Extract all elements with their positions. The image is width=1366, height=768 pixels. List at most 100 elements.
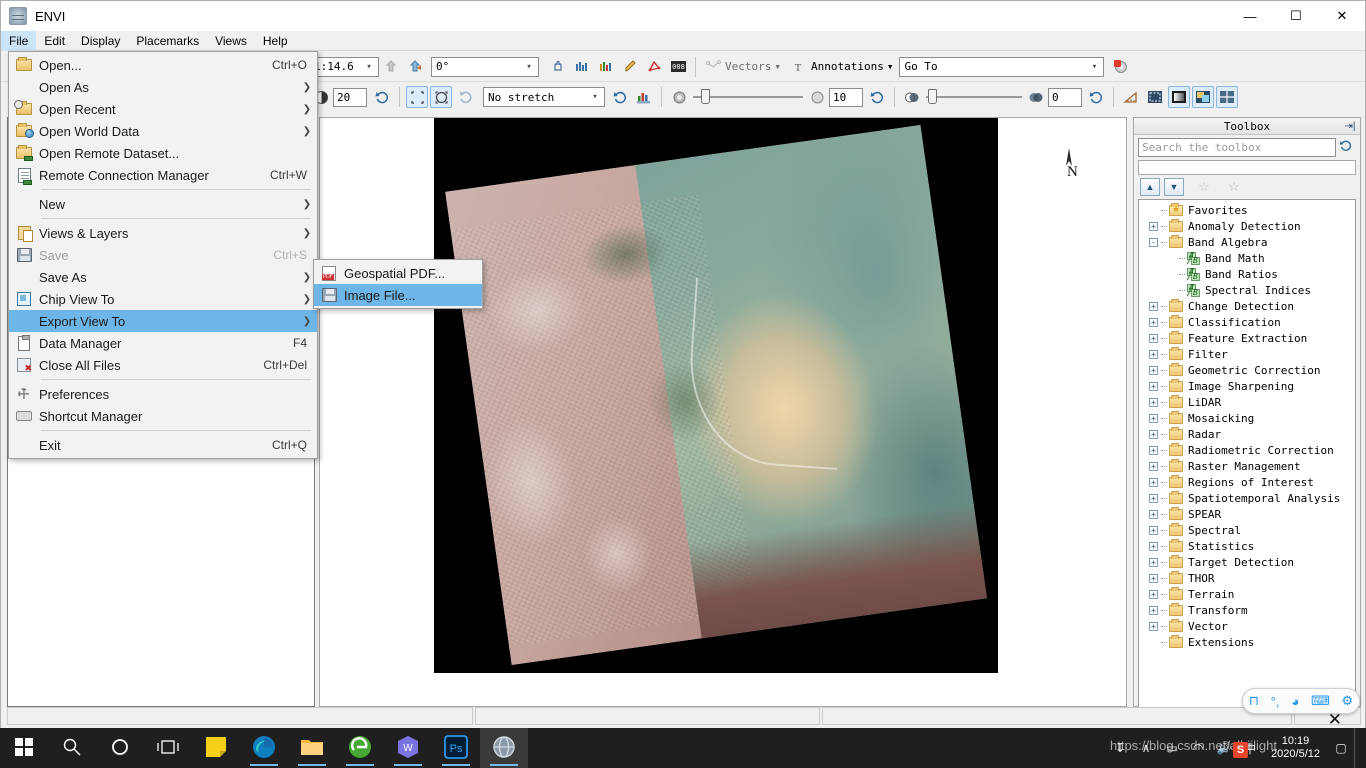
- vectors-label[interactable]: Vectors: [725, 60, 771, 73]
- menu-item-exit[interactable]: ExitCtrl+Q: [9, 434, 317, 456]
- pixel-values-icon[interactable]: 008: [667, 56, 689, 78]
- menu-item-chip-view-to[interactable]: Chip View To❯: [9, 288, 317, 310]
- menu-item-export-view-to[interactable]: Export View To❯: [9, 310, 317, 332]
- menu-item-save-as[interactable]: Save As❯: [9, 266, 317, 288]
- menu-item-remote-connection-manager[interactable]: Remote Connection ManagerCtrl+W: [9, 164, 317, 186]
- zoom-selection-icon[interactable]: [430, 86, 452, 108]
- remove-favorite-star-icon[interactable]: ☆: [1224, 178, 1244, 196]
- fit-to-window-icon[interactable]: [406, 86, 428, 108]
- photoshop-button[interactable]: Ps: [432, 728, 480, 768]
- file-explorer-button[interactable]: [288, 728, 336, 768]
- toolbox-tree-item[interactable]: +Terrain: [1139, 586, 1355, 602]
- menu-item-shortcut-manager[interactable]: Shortcut Manager: [9, 405, 317, 427]
- expand-icon[interactable]: +: [1149, 222, 1158, 231]
- histogram-icon[interactable]: [633, 86, 655, 108]
- toolbox-tree-item[interactable]: +Image Sharpening: [1139, 378, 1355, 394]
- portal-icon[interactable]: [1168, 86, 1190, 108]
- annotations-label[interactable]: Annotations: [811, 60, 884, 73]
- minimize-button[interactable]: —: [1227, 1, 1273, 31]
- expand-icon[interactable]: +: [1149, 494, 1158, 503]
- toolbox-tree-item[interactable]: +Feature Extraction: [1139, 330, 1355, 346]
- ime-keyboard-icon[interactable]: ⌨: [1311, 693, 1330, 709]
- expand-icon[interactable]: +: [1149, 590, 1158, 599]
- close-overlay-mark[interactable]: ✕: [1328, 710, 1342, 730]
- menu-help[interactable]: Help: [255, 31, 296, 51]
- blend-value[interactable]: 0: [1048, 88, 1082, 107]
- toolbox-tree-item[interactable]: +SPEAR: [1139, 506, 1355, 522]
- menu-item-data-manager[interactable]: Data ManagerF4: [9, 332, 317, 354]
- start-button[interactable]: [0, 728, 48, 768]
- expand-icon[interactable]: +: [1149, 542, 1158, 551]
- expand-icon[interactable]: +: [1149, 446, 1158, 455]
- toolbox-tree-item[interactable]: Extensions: [1139, 634, 1355, 650]
- spectral-profile-icon[interactable]: [571, 56, 593, 78]
- expand-icon[interactable]: +: [1149, 430, 1158, 439]
- vectors-dropdown-arrow[interactable]: ▾: [774, 60, 781, 73]
- menu-item-open-as[interactable]: Open As❯: [9, 76, 317, 98]
- expand-icon[interactable]: +: [1149, 462, 1158, 471]
- flicker-icon[interactable]: [1216, 86, 1238, 108]
- submenu-item-geospatial-pdf[interactable]: Geospatial PDF...: [314, 262, 482, 284]
- file-menu-popup[interactable]: Open...Ctrl+OOpen As❯Open Recent❯Open Wo…: [8, 51, 318, 459]
- blend-view-icon[interactable]: [1192, 86, 1214, 108]
- expand-icon[interactable]: +: [1149, 334, 1158, 343]
- region-of-interest-icon[interactable]: [643, 56, 665, 78]
- menu-placemarks[interactable]: Placemarks: [128, 31, 207, 51]
- menu-file[interactable]: File: [1, 31, 36, 51]
- expand-icon[interactable]: +: [1149, 510, 1158, 519]
- expand-icon[interactable]: +: [1149, 366, 1158, 375]
- pan-hand-icon[interactable]: [547, 56, 569, 78]
- ime-floating-bar[interactable]: ⊓ °, ◕ ⌨ ⚙: [1242, 688, 1360, 714]
- cortana-button[interactable]: [96, 728, 144, 768]
- menu-item-open-remote-dataset[interactable]: Open Remote Dataset...: [9, 142, 317, 164]
- menu-item-open-world-data[interactable]: Open World Data❯: [9, 120, 317, 142]
- envi-taskbar-button[interactable]: [480, 728, 528, 768]
- expand-icon[interactable]: +: [1149, 318, 1158, 327]
- multi-spectral-profile-icon[interactable]: [595, 56, 617, 78]
- toolbox-tree-item[interactable]: +LiDAR: [1139, 394, 1355, 410]
- toolbox-tree-item[interactable]: +Spectral: [1139, 522, 1355, 538]
- goto-combo[interactable]: Go To ▾: [899, 57, 1104, 77]
- ie-browser-button[interactable]: [336, 728, 384, 768]
- toolbox-tree-item[interactable]: ABSpectral Indices: [1139, 282, 1355, 298]
- toolbox-tree-item[interactable]: +Mosaicking: [1139, 410, 1355, 426]
- toolbox-tree-item[interactable]: +Vector: [1139, 618, 1355, 634]
- vectors-icon[interactable]: [702, 56, 724, 78]
- sticky-notes-button[interactable]: [192, 728, 240, 768]
- reset-icon[interactable]: [371, 86, 393, 108]
- expand-icon[interactable]: +: [1149, 398, 1158, 407]
- close-button[interactable]: ✕: [1319, 1, 1365, 31]
- transparency-value[interactable]: 10: [829, 88, 863, 107]
- expand-icon[interactable]: +: [1149, 350, 1158, 359]
- ime-moon-icon[interactable]: ◕: [1291, 694, 1299, 709]
- expand-icon[interactable]: +: [1149, 622, 1158, 631]
- ime-settings-icon[interactable]: ⚙: [1341, 693, 1353, 709]
- toolbox-tree-item[interactable]: ABBand Ratios: [1139, 266, 1355, 282]
- chip-to-new-view-icon[interactable]: [380, 56, 402, 78]
- add-favorite-star-icon[interactable]: ☆: [1194, 178, 1214, 196]
- brightness-value[interactable]: 20: [333, 88, 367, 107]
- rotate-icon[interactable]: [454, 86, 476, 108]
- measure-icon[interactable]: [1120, 86, 1142, 108]
- toolbox-tree-item[interactable]: +Spatiotemporal Analysis: [1139, 490, 1355, 506]
- menu-edit[interactable]: Edit: [36, 31, 73, 51]
- menu-item-close-all-files[interactable]: Close All FilesCtrl+Del: [9, 354, 317, 376]
- stretch-combo[interactable]: No stretch ▾: [483, 87, 605, 107]
- search-button[interactable]: [48, 728, 96, 768]
- toolbox-tree-item[interactable]: +Target Detection: [1139, 554, 1355, 570]
- menu-views[interactable]: Views: [207, 31, 255, 51]
- stretch-refresh-icon[interactable]: [609, 86, 631, 108]
- menu-item-open[interactable]: Open...Ctrl+O: [9, 54, 317, 76]
- menu-item-new[interactable]: New❯: [9, 193, 317, 215]
- blend-reset-icon[interactable]: [1085, 86, 1107, 108]
- annotations-icon[interactable]: T: [788, 56, 810, 78]
- chevron-up-icon[interactable]: ▲: [1140, 178, 1160, 196]
- toolbox-tree-item[interactable]: +Change Detection: [1139, 298, 1355, 314]
- toolbox-tree-item[interactable]: +THOR: [1139, 570, 1355, 586]
- image-view[interactable]: N: [319, 117, 1127, 707]
- goto-gear-icon[interactable]: [1110, 56, 1132, 78]
- expand-icon[interactable]: +: [1149, 302, 1158, 311]
- toolbox-tree-item[interactable]: +Classification: [1139, 314, 1355, 330]
- wps-button[interactable]: W: [384, 728, 432, 768]
- transparency-reset-icon[interactable]: [866, 86, 888, 108]
